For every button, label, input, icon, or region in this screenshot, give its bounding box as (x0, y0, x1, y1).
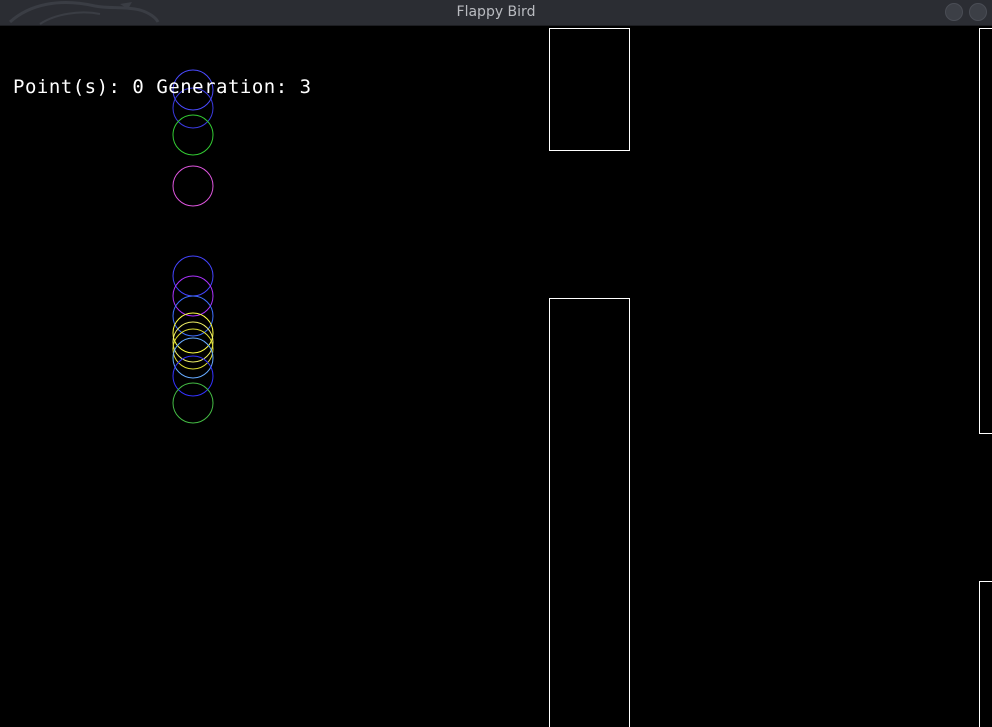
bird-13 (172, 382, 214, 424)
generation-label: Generation: (156, 76, 288, 98)
pipe-top-1 (549, 28, 630, 151)
game-canvas[interactable]: Point(s): 0 Generation: 3 (0, 26, 992, 727)
bird-11 (172, 337, 214, 379)
bird-4 (172, 165, 214, 207)
window-button-minimize[interactable] (945, 3, 963, 21)
pipe-bottom-2 (979, 581, 992, 727)
pipe-top-2 (979, 28, 992, 434)
game-window: Flappy Bird Point(s): 0 Generation: 3 (0, 0, 992, 727)
window-button-close[interactable] (969, 3, 987, 21)
playfield (172, 28, 992, 727)
points-value: 0 (132, 76, 145, 98)
bird-3 (172, 114, 214, 156)
window-title: Flappy Bird (456, 4, 536, 20)
title-bar[interactable]: Flappy Bird (0, 0, 992, 26)
points-label: Point(s): (13, 76, 121, 98)
generation-value: 3 (299, 76, 312, 98)
birds (172, 69, 214, 424)
bird-8 (172, 312, 214, 354)
bird-10 (172, 328, 214, 370)
pipe-bottom-1 (549, 298, 630, 727)
score-hud: Point(s): 0 Generation: 3 (13, 76, 312, 98)
